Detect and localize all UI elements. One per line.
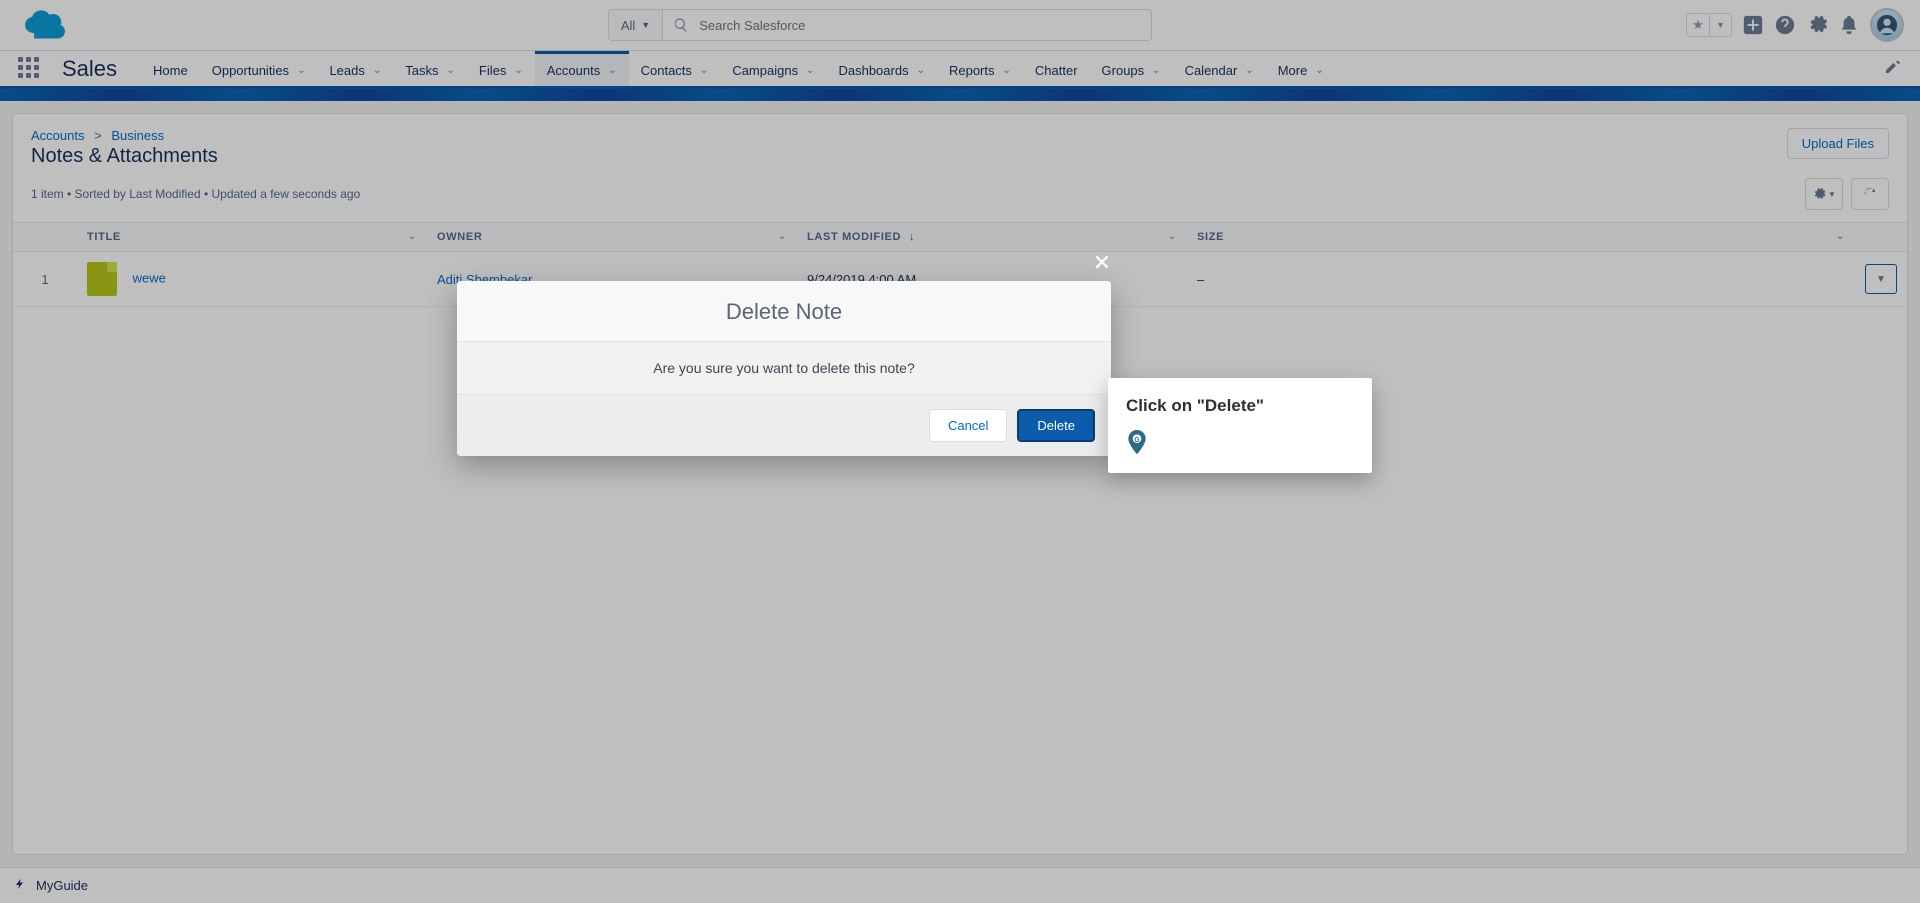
modal-close-button[interactable]: ✕ bbox=[1087, 248, 1117, 278]
svg-text:G: G bbox=[1134, 437, 1139, 444]
close-icon: ✕ bbox=[1093, 250, 1111, 276]
modal-body-text: Are you sure you want to delete this not… bbox=[457, 342, 1111, 395]
cancel-button[interactable]: Cancel bbox=[929, 409, 1007, 442]
guide-tooltip: Click on "Delete" G bbox=[1108, 378, 1372, 473]
modal-title: Delete Note bbox=[457, 281, 1111, 342]
myguide-pin-icon: G bbox=[1126, 430, 1148, 456]
delete-button[interactable]: Delete bbox=[1017, 409, 1095, 442]
tooltip-text: Click on "Delete" bbox=[1126, 396, 1354, 416]
delete-note-modal: Delete Note Are you sure you want to del… bbox=[457, 281, 1111, 456]
